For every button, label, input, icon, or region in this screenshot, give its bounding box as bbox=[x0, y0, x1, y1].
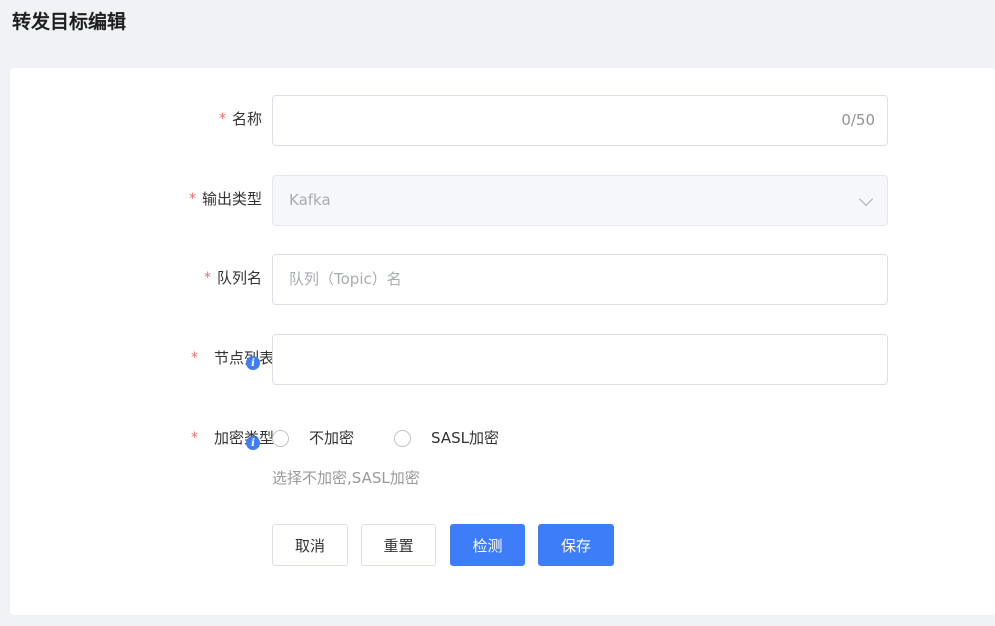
queue-name-placeholder: 队列（Topic）名 bbox=[289, 270, 402, 288]
name-char-counter: 0/50 bbox=[841, 111, 875, 129]
radio-sasl-encryption[interactable]: SASL加密 bbox=[394, 428, 499, 448]
required-mark: * bbox=[188, 191, 196, 207]
radio-label: SASL加密 bbox=[431, 429, 499, 447]
name-label: * 名称 bbox=[219, 109, 262, 129]
output-type-select[interactable]: Kafka bbox=[272, 175, 888, 226]
output-type-label-text: 输出类型 bbox=[201, 190, 262, 208]
output-type-selected-value: Kafka bbox=[289, 191, 331, 209]
test-button[interactable]: 检测 bbox=[450, 524, 525, 566]
info-icon[interactable]: i bbox=[246, 356, 260, 370]
radio-label: 不加密 bbox=[309, 429, 355, 447]
encryption-type-label: * 加密类型 bbox=[191, 428, 274, 448]
required-mark: * bbox=[190, 430, 198, 446]
required-mark: * bbox=[218, 111, 226, 127]
radio-no-encryption[interactable]: 不加密 bbox=[272, 428, 354, 448]
required-mark: * bbox=[203, 270, 211, 286]
required-mark: * bbox=[190, 350, 198, 366]
info-icon[interactable]: i bbox=[246, 436, 260, 450]
page-title: 转发目标编辑 bbox=[12, 11, 127, 33]
encryption-type-hint: 选择不加密,SASL加密 bbox=[272, 469, 420, 487]
encryption-type-radio-group: 不加密 SASL加密 bbox=[272, 428, 539, 448]
node-list-label-text: 节点列表 bbox=[213, 349, 274, 367]
name-input[interactable]: 0/50 bbox=[272, 95, 888, 146]
queue-name-label-text: 队列名 bbox=[216, 269, 262, 287]
name-label-text: 名称 bbox=[231, 110, 262, 128]
radio-circle[interactable] bbox=[272, 429, 289, 447]
cancel-button[interactable]: 取消 bbox=[272, 524, 348, 566]
encryption-type-label-text: 加密类型 bbox=[213, 429, 274, 447]
output-type-label: * 输出类型 bbox=[189, 189, 262, 209]
queue-name-input[interactable]: 队列（Topic）名 bbox=[272, 254, 888, 305]
queue-name-label: * 队列名 bbox=[204, 268, 262, 288]
chevron-down-icon bbox=[858, 191, 874, 207]
save-button[interactable]: 保存 bbox=[538, 524, 614, 566]
node-list-label: * 节点列表 bbox=[191, 348, 274, 368]
node-list-input[interactable] bbox=[272, 334, 888, 385]
radio-circle[interactable] bbox=[394, 429, 412, 447]
form-card: * 名称 0/50 * 输出类型 Kafka * 队列名 队列（Topic）名 … bbox=[10, 68, 995, 615]
reset-button[interactable]: 重置 bbox=[361, 524, 436, 566]
